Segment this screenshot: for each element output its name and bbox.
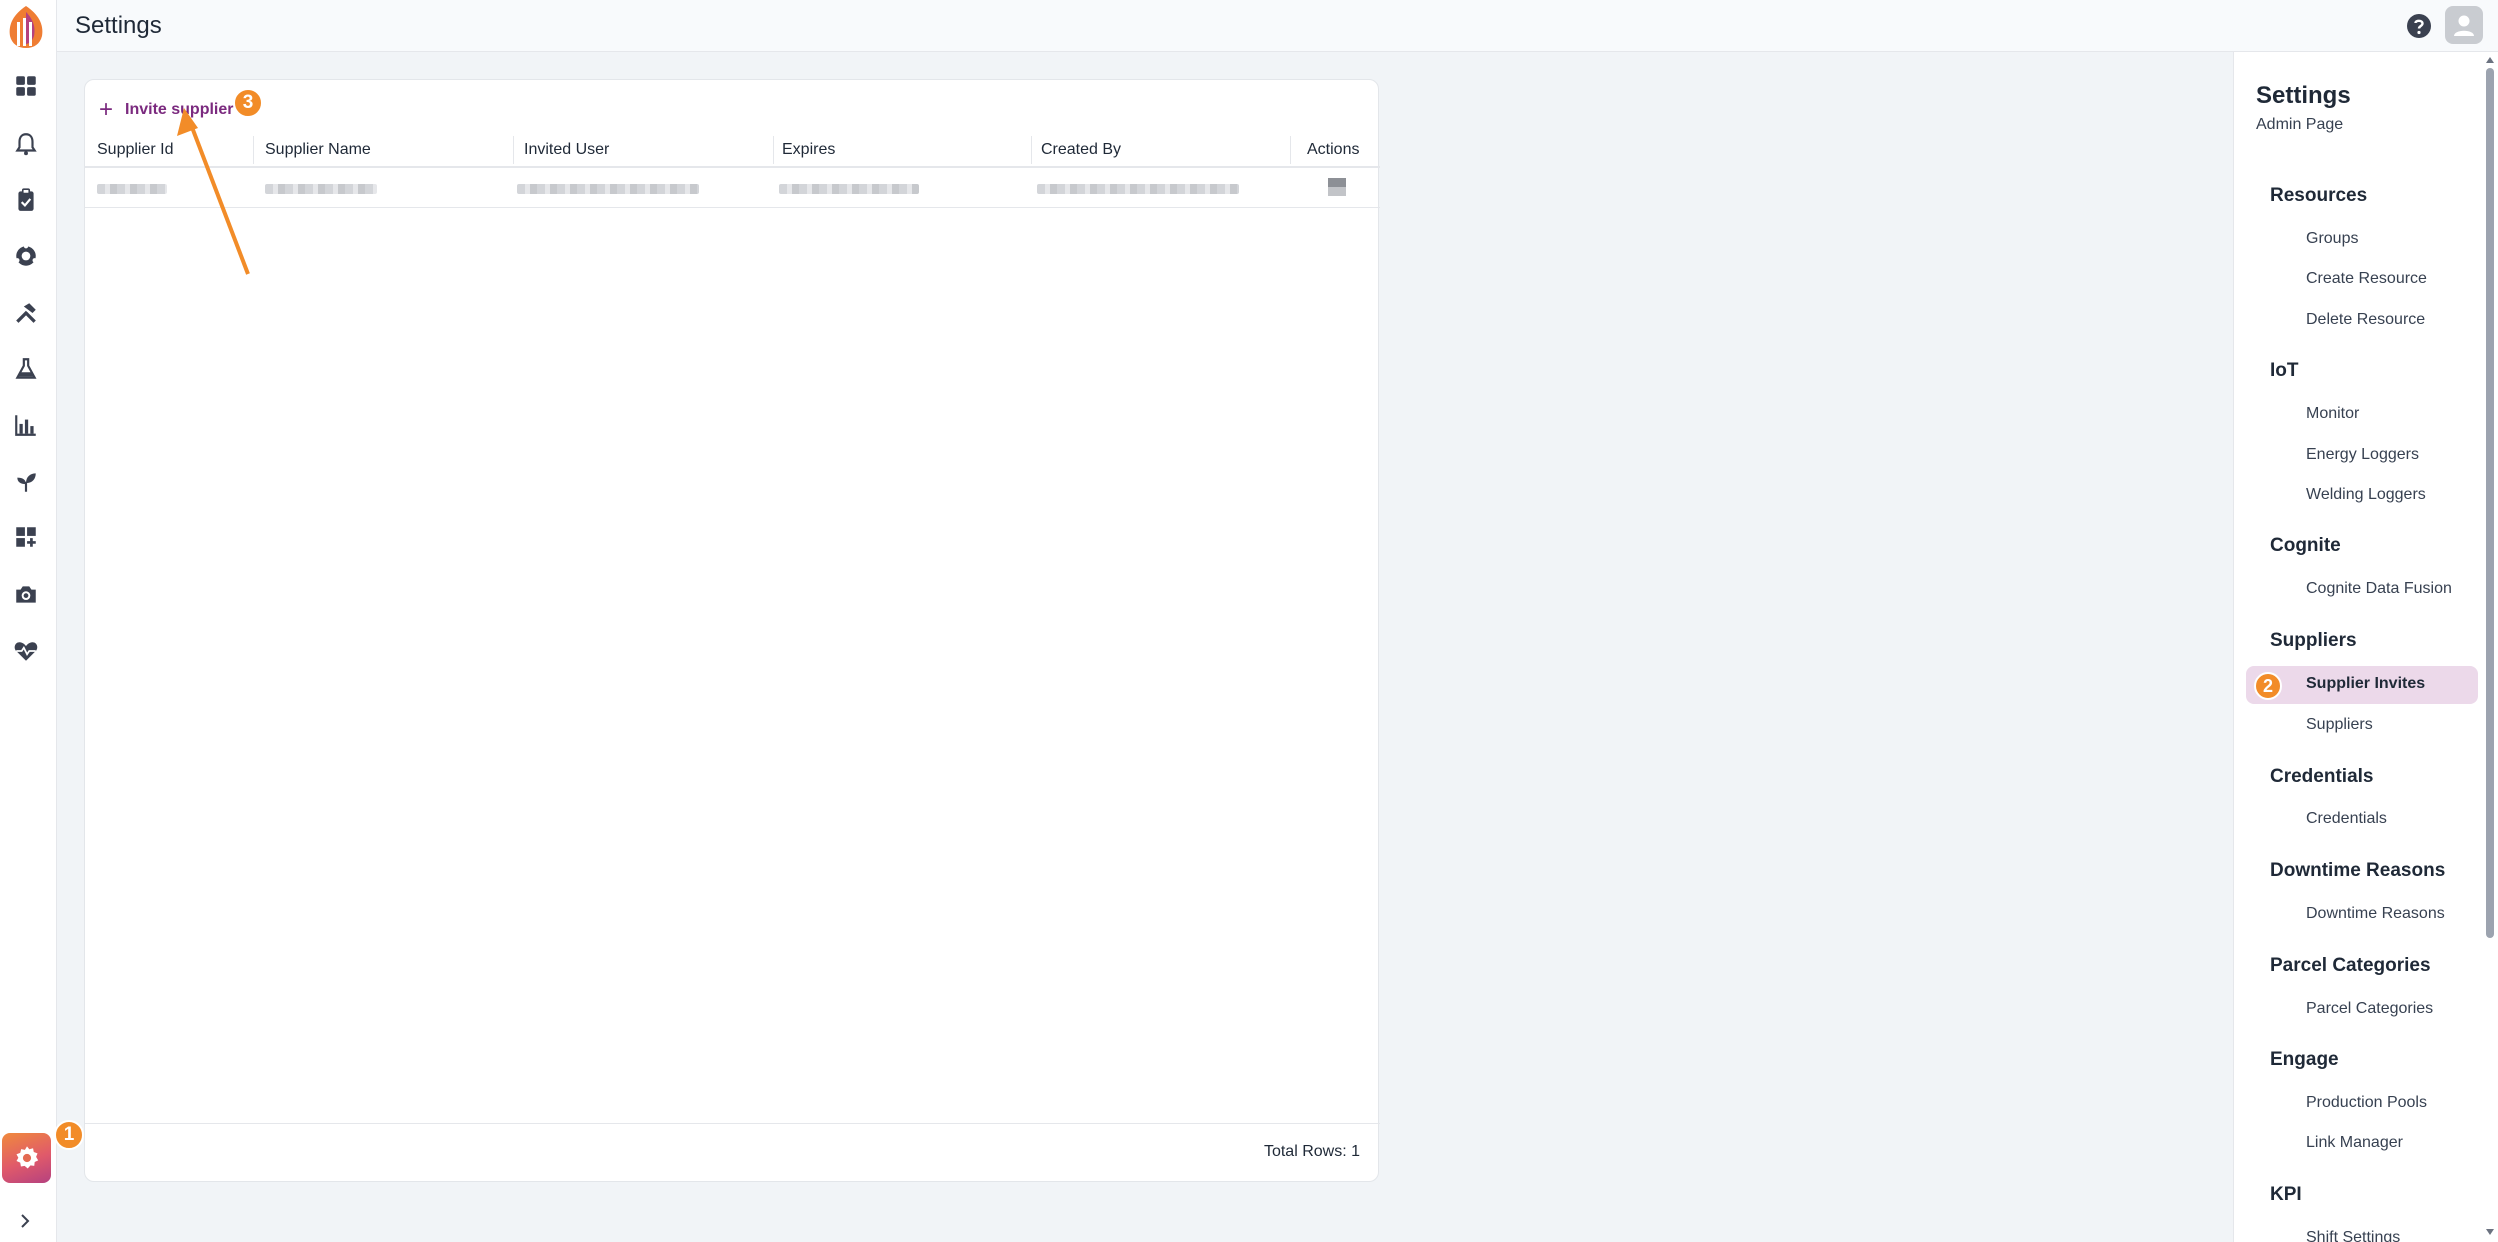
table-footer-divider — [85, 1123, 1380, 1124]
nav-item-downtime-reasons[interactable]: Downtime Reasons — [2306, 905, 2445, 923]
settings-nav-subtitle: Admin Page — [2256, 116, 2344, 133]
nav-item-shift-settings[interactable]: Shift Settings — [2306, 1229, 2400, 1242]
top-bar: Settings — [57, 0, 2498, 52]
settings-nav-title: Settings — [2256, 82, 2351, 109]
camera-icon[interactable] — [10, 578, 42, 610]
gear-icon — [16, 1146, 38, 1169]
expand-sidebar-button[interactable] — [12, 1208, 38, 1234]
column-header-actions: Actions — [1307, 141, 1360, 158]
scroll-thumb[interactable] — [2486, 68, 2494, 938]
section-resources: Resources — [2270, 185, 2368, 206]
section-suppliers: Suppliers — [2270, 630, 2357, 651]
nav-item-production-pools[interactable]: Production Pools — [2306, 1094, 2427, 1112]
section-cognite: Cognite — [2270, 535, 2341, 556]
nav-item-create-resource[interactable]: Create Resource — [2306, 270, 2427, 288]
clipboard-icon[interactable] — [10, 184, 42, 216]
nav-item-suppliers[interactable]: Suppliers — [2306, 716, 2373, 734]
nav-item-monitor[interactable]: Monitor — [2306, 405, 2359, 423]
column-header-expires[interactable]: Expires — [782, 132, 835, 168]
column-divider[interactable] — [1031, 136, 1032, 164]
bell-icon[interactable] — [10, 128, 42, 160]
user-avatar[interactable] — [2445, 6, 2483, 44]
annotation-arrow — [177, 108, 250, 275]
redacted-cell — [97, 184, 167, 194]
plus-icon: + — [99, 96, 114, 123]
bar-chart-icon[interactable] — [10, 409, 42, 441]
add-widget-icon[interactable] — [10, 521, 42, 553]
scroll-up-arrow-icon[interactable] — [2486, 56, 2494, 64]
nav-item-link-manager[interactable]: Link Manager — [2306, 1134, 2403, 1152]
step-marker-2: 2 — [2254, 672, 2282, 700]
globe-icon[interactable] — [10, 240, 42, 272]
column-header-invited-user[interactable]: Invited User — [524, 132, 609, 168]
redacted-cell — [1037, 184, 1239, 194]
section-parcel-categories: Parcel Categories — [2270, 955, 2431, 976]
column-divider[interactable] — [1290, 136, 1291, 164]
app-logo[interactable] — [4, 4, 48, 50]
column-divider[interactable] — [773, 136, 774, 164]
section-kpi: KPI — [2270, 1184, 2302, 1205]
nav-item-parcel-categories[interactable]: Parcel Categories — [2306, 1000, 2433, 1018]
nav-item-welding-loggers[interactable]: Welding Loggers — [2306, 486, 2426, 504]
redacted-cell — [517, 184, 699, 194]
nav-item-supplier-invites-label[interactable]: Supplier Invites — [2306, 675, 2425, 693]
nav-item-credentials[interactable]: Credentials — [2306, 810, 2387, 828]
settings-button[interactable] — [2, 1133, 51, 1183]
settings-nav: Settings Admin Page Resources Groups Cre… — [2233, 52, 2498, 1242]
settings-nav-scrollbar[interactable] — [2486, 56, 2494, 1236]
redacted-cell — [779, 184, 919, 194]
step-marker-1: 1 — [54, 1120, 84, 1150]
dashboard-icon[interactable] — [10, 70, 42, 102]
section-downtime-reasons: Downtime Reasons — [2270, 860, 2446, 881]
heartbeat-icon[interactable] — [10, 635, 42, 667]
nav-item-groups[interactable]: Groups — [2306, 230, 2358, 248]
page-title: Settings — [75, 12, 162, 39]
column-header-supplier-name[interactable]: Supplier Name — [265, 132, 371, 168]
sprout-icon[interactable] — [10, 466, 42, 498]
nav-item-cognite-data-fusion[interactable]: Cognite Data Fusion — [2306, 580, 2452, 598]
help-icon[interactable] — [2405, 12, 2433, 40]
nav-item-delete-resource[interactable]: Delete Resource — [2306, 311, 2425, 329]
user-icon — [2454, 15, 2474, 36]
section-iot: IoT — [2270, 360, 2299, 381]
nav-item-energy-loggers[interactable]: Energy Loggers — [2306, 446, 2419, 464]
section-credentials: Credentials — [2270, 766, 2374, 787]
row-actions-menu[interactable] — [1328, 178, 1346, 196]
left-rail: 1 — [0, 0, 84, 1242]
total-rows: Total Rows: 1 — [1263, 1143, 1360, 1160]
section-engage: Engage — [2270, 1049, 2339, 1070]
column-divider[interactable] — [513, 136, 514, 164]
redacted-cell — [265, 184, 377, 194]
scroll-down-arrow-icon[interactable] — [2486, 1228, 2494, 1236]
column-header-created-by[interactable]: Created By — [1041, 132, 1121, 168]
flask-icon[interactable] — [10, 353, 42, 385]
chevron-right-icon — [21, 1214, 30, 1228]
hammer-icon[interactable] — [10, 297, 42, 329]
